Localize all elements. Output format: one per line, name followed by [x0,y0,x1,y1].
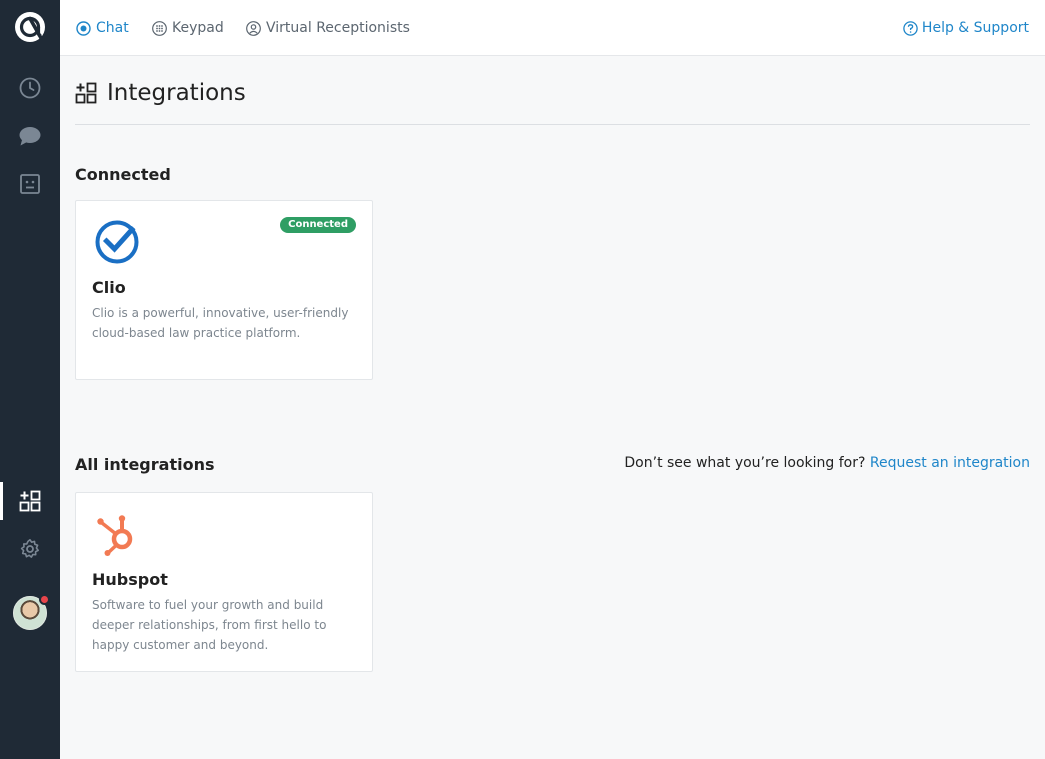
user-avatar[interactable] [13,594,50,630]
page-header: Integrations [75,78,1030,125]
clock-icon [19,77,41,99]
tab-label: Chat [96,20,129,36]
main-content: Integrations Connected Connected Clio Cl… [60,56,1045,759]
integration-card-hubspot[interactable]: Hubspot Software to fuel your growth and… [75,492,373,672]
sidebar [0,0,60,759]
request-integration-prompt: Don’t see what you’re looking for? Reque… [624,455,1030,471]
clio-logo-icon [94,219,140,265]
top-bar: Chat Keypad Virtual Receptionists Help &… [60,0,1045,56]
card-description: Clio is a powerful, innovative, user-fri… [92,306,349,340]
integrations-icon [75,82,97,104]
page-title: Integrations [107,80,246,106]
help-circle-icon [903,20,918,36]
card-description: Software to fuel your growth and build d… [92,598,327,652]
message-icon [19,127,41,146]
tab-chat[interactable]: Chat [76,17,129,39]
integration-card-clio[interactable]: Connected Clio Clio is a powerful, innov… [75,200,373,380]
notification-dot [39,594,50,605]
card-name: Clio [92,278,126,297]
sidebar-item-settings[interactable] [0,529,60,569]
help-support-link[interactable]: Help & Support [903,17,1029,39]
request-prompt-text: Don’t see what you’re looking for? [624,455,866,471]
contact-card-icon [20,174,40,194]
receptionist-icon [246,20,261,36]
logo-icon [15,12,45,42]
sidebar-item-contacts[interactable] [0,164,60,204]
keypad-icon [152,20,167,36]
gear-icon [20,539,39,558]
tab-label: Keypad [172,20,224,36]
card-name: Hubspot [92,570,168,589]
connected-section-title: Connected [75,165,171,184]
tab-label: Virtual Receptionists [266,20,410,36]
chat-bubble-icon [76,20,91,36]
tab-virtual-receptionists[interactable]: Virtual Receptionists [246,17,410,39]
help-label: Help & Support [921,20,1029,36]
app-logo[interactable] [13,10,47,44]
connected-badge: Connected [280,217,356,233]
request-integration-link[interactable]: Request an integration [870,455,1030,471]
sidebar-item-integrations[interactable] [0,481,60,521]
tab-keypad[interactable]: Keypad [152,17,224,39]
sidebar-item-history[interactable] [0,68,60,108]
sidebar-item-messages[interactable] [0,116,60,156]
hubspot-logo-icon [94,511,140,557]
all-integrations-section-title: All integrations [75,455,215,474]
integrations-icon [19,490,41,512]
